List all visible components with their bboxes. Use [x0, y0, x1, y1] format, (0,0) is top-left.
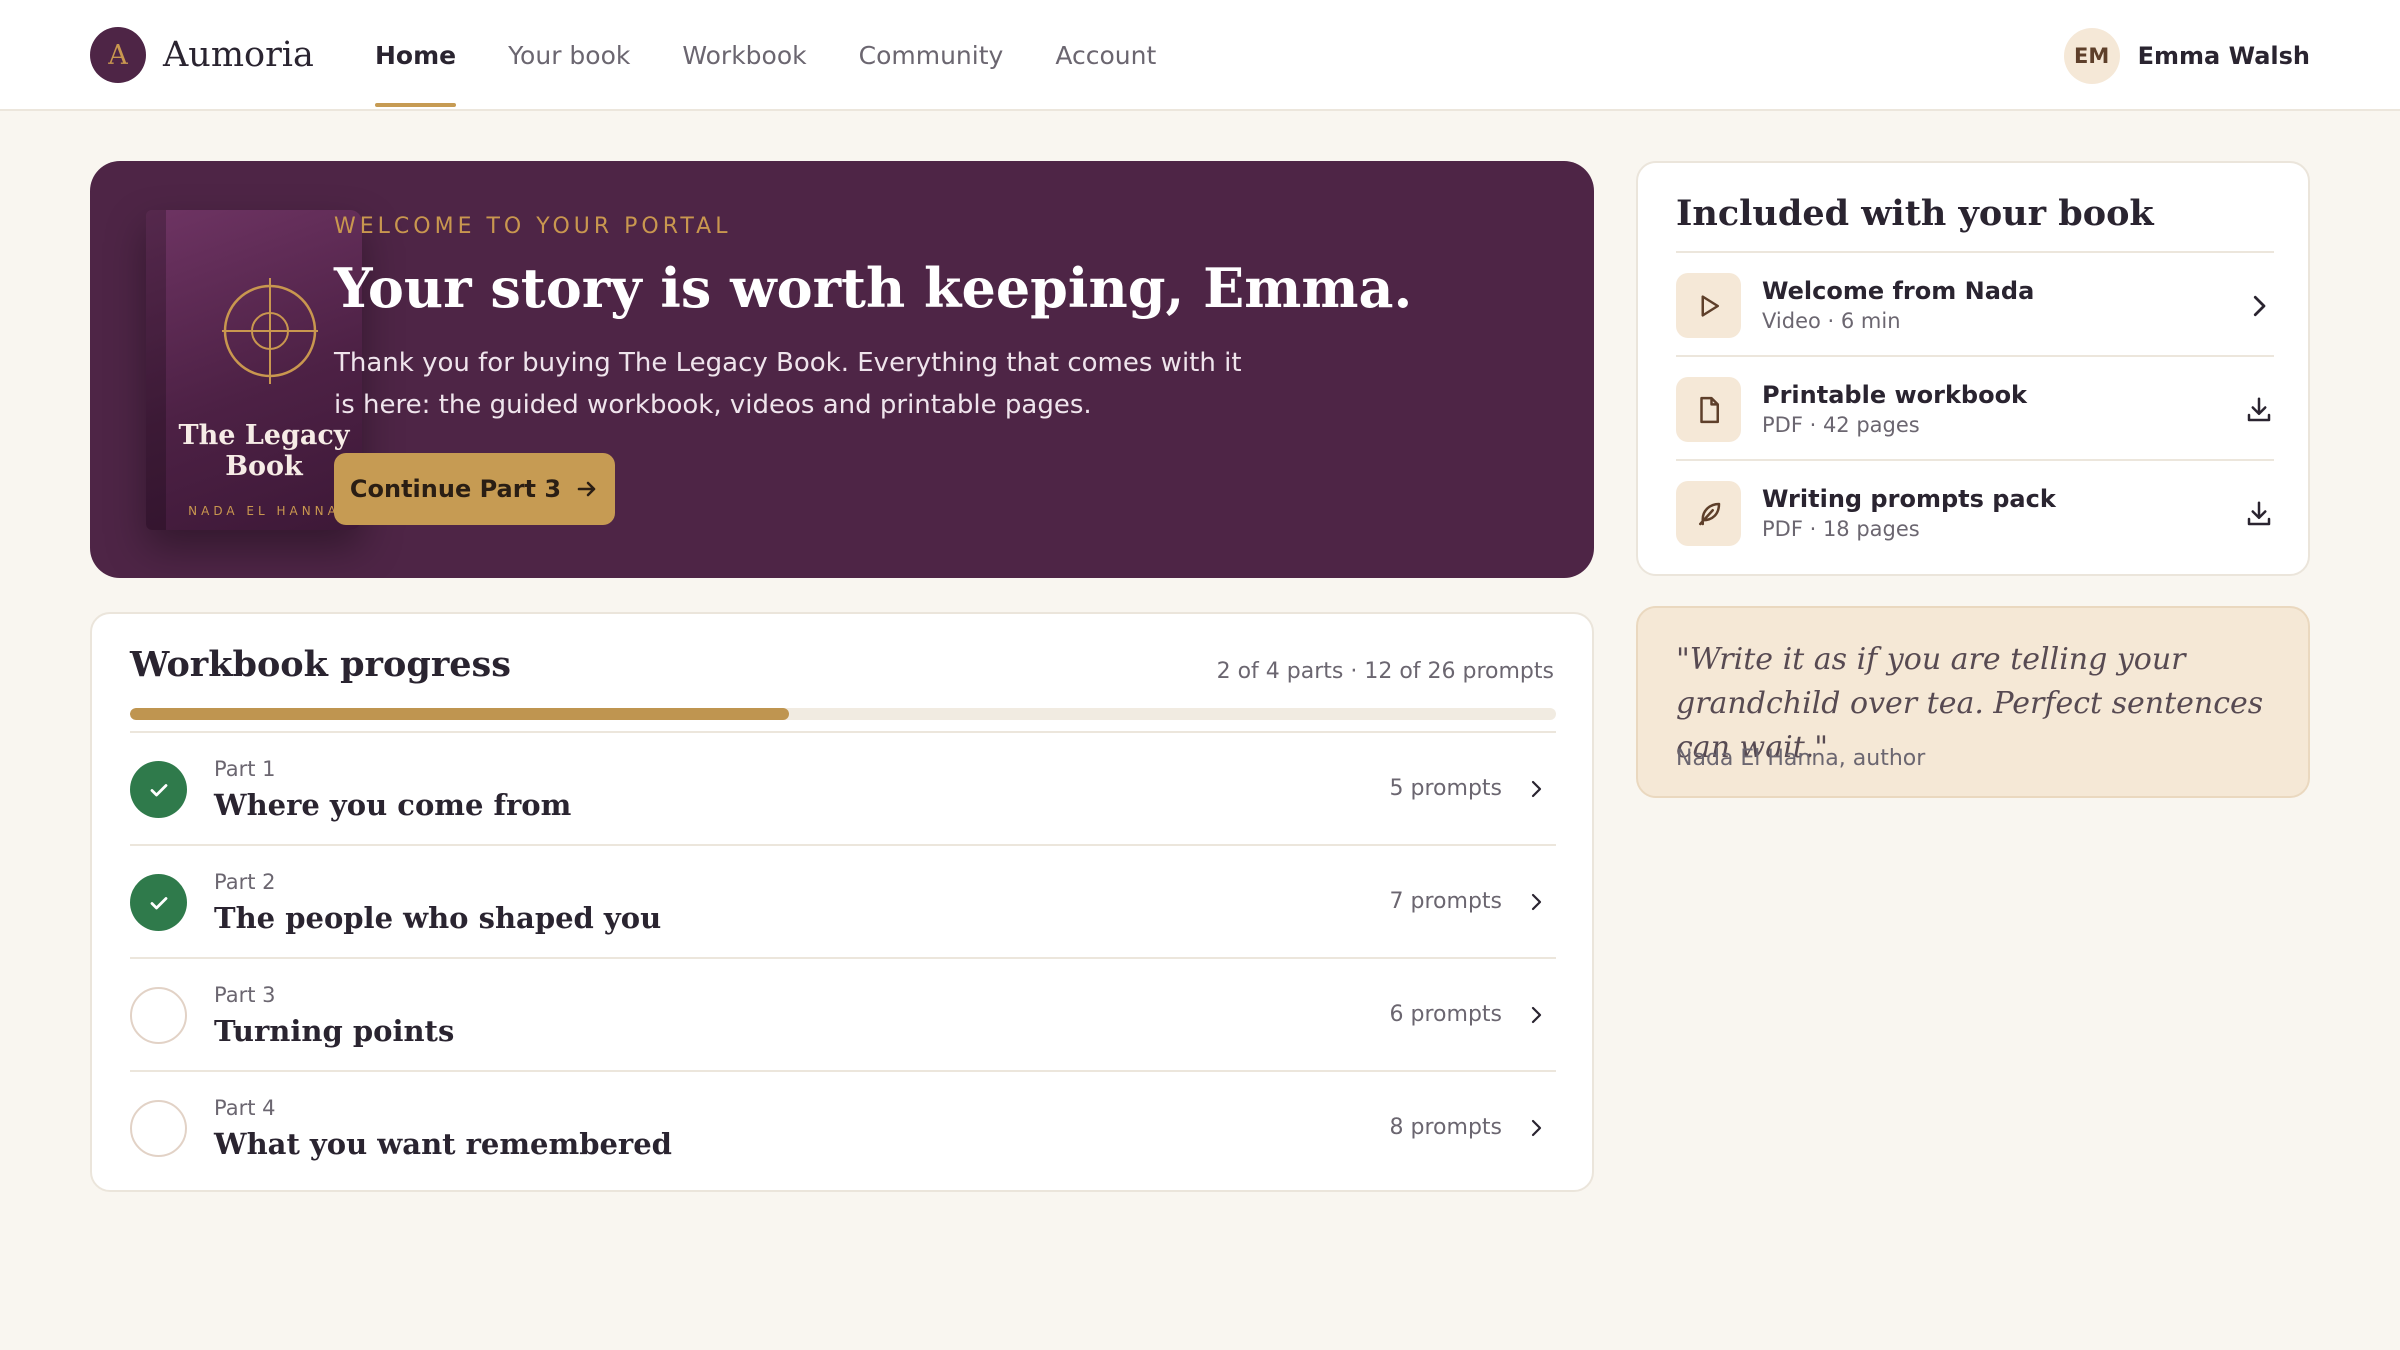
chevron-right-icon [1531, 1006, 1542, 1024]
progress-summary: 2 of 4 parts · 12 of 26 prompts [1216, 659, 1554, 684]
part-2-title: The people who shaped you [214, 901, 662, 935]
nav-your-book[interactable]: Your book [508, 0, 630, 111]
part-row-4[interactable]: Part 4 What you want remembered 8 prompt… [130, 1070, 1556, 1183]
check-icon [150, 783, 167, 796]
book-cover: The Legacy Book NADA EL HANNA [146, 210, 362, 530]
feather-icon [1698, 502, 1720, 525]
part-4-label: Part 4 [214, 1096, 276, 1120]
included-item-title: Writing prompts pack [1762, 485, 2056, 513]
part-4-count: 8 prompts [1389, 1115, 1502, 1140]
nav-workbook[interactable]: Workbook [682, 0, 806, 111]
play-icon [1701, 294, 1719, 317]
chevron-right-icon [1531, 780, 1542, 798]
book-author: NADA EL HANNA [188, 504, 340, 518]
included-item-welcome-video[interactable]: Welcome from Nada Video · 6 min [1676, 251, 2274, 355]
nav-account[interactable]: Account [1055, 0, 1156, 111]
part-3-count: 6 prompts [1389, 1002, 1502, 1027]
included-item-meta: Video · 6 min [1762, 309, 1901, 333]
part-2-label: Part 2 [214, 870, 276, 894]
nav-community[interactable]: Community [859, 0, 1004, 111]
book-title: The Legacy Book [166, 420, 362, 482]
part-2-status [130, 874, 187, 931]
top-navigation-bar: A Aumoria Home Your book Workbook Commun… [0, 0, 2400, 111]
progress-heading: Workbook progress [130, 644, 511, 685]
main-nav: Home Your book Workbook Community Accoun… [375, 0, 1208, 111]
arrow-right-icon [577, 481, 596, 497]
hero-description: Thank you for buying The Legacy Book. Ev… [334, 348, 1242, 420]
hero-eyebrow: WELCOME TO YOUR PORTAL [334, 214, 732, 239]
part-row-1[interactable]: Part 1 Where you come from 5 prompts [130, 731, 1556, 844]
part-1-label: Part 1 [214, 757, 276, 781]
part-1-count: 5 prompts [1389, 776, 1502, 801]
part-3-status [130, 987, 187, 1044]
continue-part-label: Continue Part 3 [349, 475, 562, 503]
part-4-title: What you want remembered [214, 1127, 672, 1161]
part-1-title: Where you come from [214, 788, 572, 822]
play-icon-tile [1676, 273, 1741, 338]
quote-author: Nada El Hanna, author [1676, 746, 1926, 771]
brand[interactable]: A Aumoria [90, 27, 314, 83]
part-row-2[interactable]: Part 2 The people who shaped you 7 promp… [130, 844, 1556, 957]
included-item-title: Welcome from Nada [1762, 277, 2035, 305]
part-1-status [130, 761, 187, 818]
workbook-progress-card: Workbook progress 2 of 4 parts · 12 of 2… [90, 612, 1594, 1192]
avatar: EM [2063, 28, 2120, 84]
download-icon[interactable] [2244, 395, 2274, 425]
included-card: Included with your book Welcome from Nad… [1636, 161, 2310, 576]
user-name: Emma Walsh [2137, 42, 2310, 70]
brand-name: Aumoria [163, 35, 314, 75]
nav-home[interactable]: Home [375, 0, 457, 111]
progress-bar [130, 708, 1556, 720]
progress-bar-fill [130, 708, 789, 720]
book-title-line-2: Book [225, 451, 303, 482]
part-3-title: Turning points [214, 1014, 455, 1048]
part-row-3[interactable]: Part 3 Turning points 6 prompts [130, 957, 1556, 1070]
included-item-meta: PDF · 42 pages [1762, 413, 1920, 437]
included-heading: Included with your book [1676, 193, 2154, 234]
document-icon-tile [1676, 377, 1741, 442]
part-2-count: 7 prompts [1389, 889, 1502, 914]
user-menu[interactable]: EM Emma Walsh [2063, 28, 2310, 84]
download-icon[interactable] [2244, 499, 2274, 529]
part-4-status [130, 1100, 187, 1157]
included-item-title: Printable workbook [1762, 381, 2028, 409]
hero-title: Your story is worth keeping, Emma. [334, 256, 1413, 320]
chevron-right-icon [1531, 1119, 1542, 1137]
continue-part-button[interactable]: Continue Part 3 [334, 453, 615, 525]
check-icon [150, 896, 167, 909]
included-item-meta: PDF · 18 pages [1762, 517, 1920, 541]
included-item-printable-workbook[interactable]: Printable workbook PDF · 42 pages [1676, 355, 2274, 459]
feather-icon-tile [1676, 481, 1741, 546]
brand-logo: A [90, 27, 146, 83]
document-icon [1699, 396, 1719, 423]
part-3-label: Part 3 [214, 983, 276, 1007]
included-list: Welcome from Nada Video · 6 min Printabl… [1676, 251, 2274, 563]
included-item-writing-prompts[interactable]: Writing prompts pack PDF · 18 pages [1676, 459, 2274, 563]
book-spine [146, 210, 166, 530]
compass-emblem-icon [222, 278, 318, 384]
chevron-right-icon[interactable] [2244, 291, 2274, 321]
chevron-right-icon [1531, 893, 1542, 911]
author-quote-card: "Write it as if you are telling your gra… [1636, 606, 2310, 798]
parts-list: Part 1 Where you come from 5 prompts Par… [130, 731, 1556, 1183]
book-title-line-1: The Legacy [178, 420, 350, 451]
